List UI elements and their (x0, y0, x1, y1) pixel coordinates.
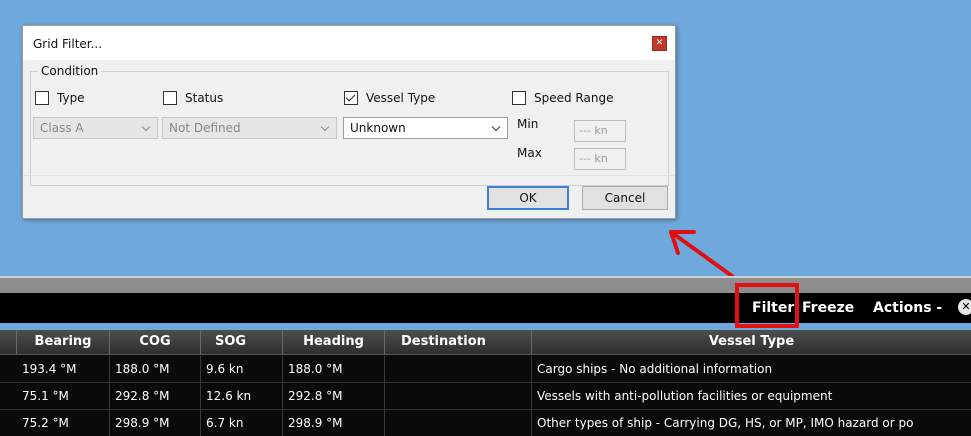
cell-heading: 292.8 °M (283, 383, 385, 409)
table-row[interactable]: 75.1 °M 292.8 °M 12.6 kn 292.8 °M Vessel… (0, 383, 971, 409)
cell-heading: 298.9 °M (283, 410, 385, 436)
cell-bearing: 75.2 °M (17, 410, 110, 436)
cell-bearing: 193.4 °M (17, 356, 110, 382)
cell-cog: 298.9 °M (110, 410, 201, 436)
table-row[interactable]: 193.4 °M 188.0 °M 9.6 kn 188.0 °M Cargo … (0, 356, 971, 382)
cell-heading: 188.0 °M (283, 356, 385, 382)
cell-destination (385, 410, 532, 436)
table-row[interactable]: 75.2 °M 298.9 °M 6.7 kn 298.9 °M Other t… (0, 410, 971, 436)
cell-destination (385, 383, 532, 409)
cell-vessel-type: Cargo ships - No additional information (537, 362, 773, 376)
panel-gray-strip (0, 278, 971, 293)
cell-sog: 6.7 kn (201, 410, 283, 436)
cell-cog: 292.8 °M (110, 383, 201, 409)
filter-highlight-box (735, 283, 799, 328)
cell-vessel-type: Other types of ship - Carrying DG, HS, o… (537, 416, 914, 430)
grid-header: Bearing COG SOG Heading Destination Vess… (0, 330, 971, 355)
header-heading[interactable]: Heading (283, 330, 385, 354)
cell-cog: 188.0 °M (110, 356, 201, 382)
header-cog[interactable]: COG (110, 330, 201, 354)
cell-destination (385, 356, 532, 382)
cell-sog: 12.6 kn (201, 383, 283, 409)
cell-vessel-type: Vessels with anti-pollution facilities o… (537, 389, 833, 403)
header-sog[interactable]: SOG (201, 330, 283, 354)
header-destination[interactable]: Destination (385, 330, 532, 354)
cell-bearing: 75.1 °M (17, 383, 110, 409)
grid-toolbar: Filter Freeze Actions - ✕ (0, 293, 971, 323)
freeze-button[interactable]: Freeze (802, 300, 854, 316)
close-circle-icon[interactable]: ✕ (958, 299, 971, 315)
actions-menu-button[interactable]: Actions - (873, 300, 942, 316)
header-bearing[interactable]: Bearing (17, 330, 110, 354)
vessel-grid: Bearing COG SOG Heading Destination Vess… (0, 330, 971, 436)
cell-sog: 9.6 kn (201, 356, 283, 382)
header-spacer (0, 330, 17, 354)
header-vessel-type[interactable]: Vessel Type (532, 330, 971, 354)
